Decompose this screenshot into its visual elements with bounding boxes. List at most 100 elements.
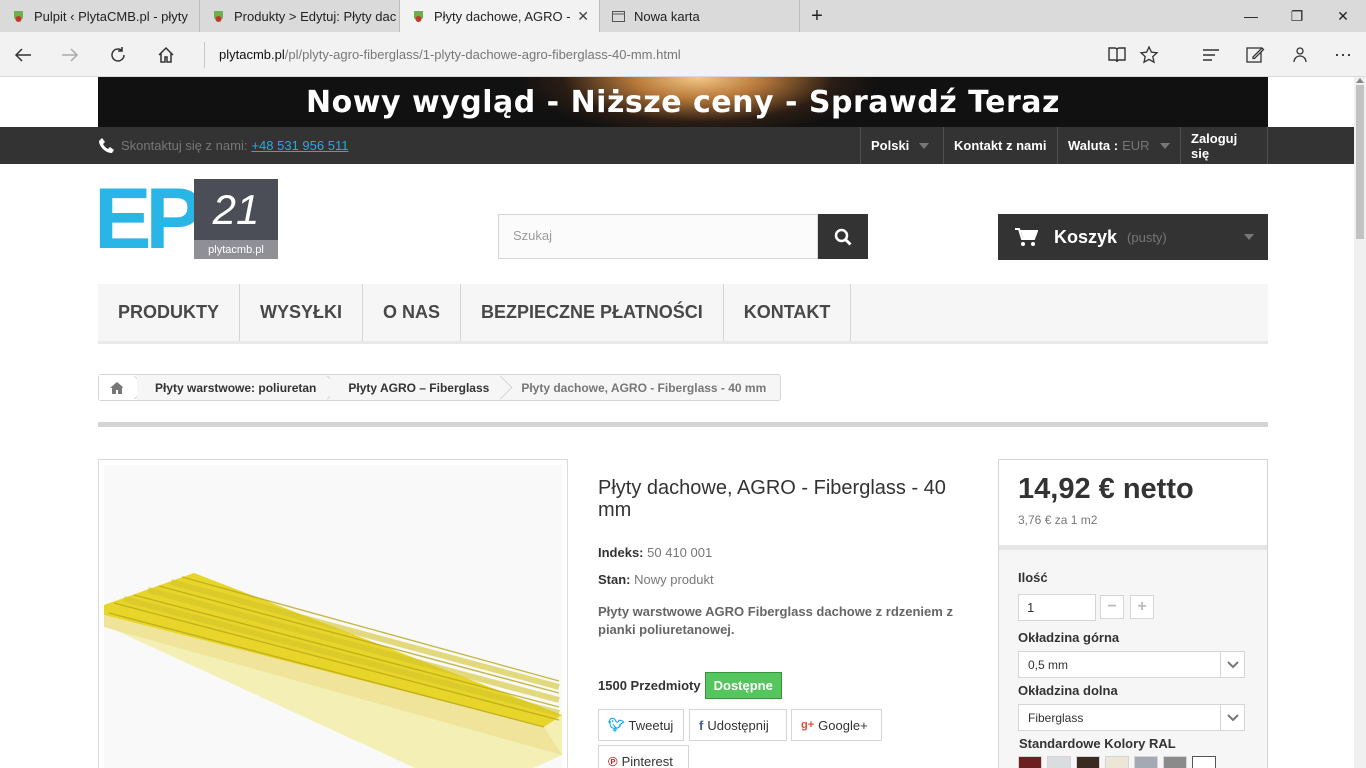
stock-quantity: 1500 Przedmioty [598,678,701,693]
chevron-down-icon [1244,234,1254,240]
reference-value: 50 410 001 [647,545,713,560]
chevron-down-icon [1220,652,1244,677]
chevron-down-icon [1220,705,1244,730]
menu-item-bezpieczne-platnosci[interactable]: BEZPIECZNE PŁATNOŚCI [461,284,724,341]
color-swatch[interactable] [1192,756,1216,768]
browser-tab-active[interactable]: Płyty dachowe, AGRO - ✕ [400,0,600,32]
breadcrumb-item[interactable]: Płyty warstwowe: poliuretan [137,375,331,400]
browser-tabbar: Pulpit ‹ PlytaCMB.pl - płyty Produkty > … [0,0,1366,32]
reading-view-icon[interactable] [1103,41,1131,69]
contact-us-link[interactable]: Kontakt z nami [943,127,1057,164]
pinterest-button[interactable]: ℗ Pinterest [598,745,689,768]
login-link[interactable]: Zaloguj się [1180,127,1268,164]
contact-info: Skontaktuj się z nami: +48 531 956 511 [98,127,348,164]
browser-tab[interactable]: Produkty > Edytuj: Płyty dac [200,0,400,32]
currency-value: EUR [1122,138,1150,153]
menu-item-kontakt[interactable]: KONTAKT [724,284,852,341]
url-path: /pl/plyty-agro-fiberglass/1-plyty-dachow… [284,47,681,62]
pinterest-label: Pinterest [621,753,673,768]
ral-colors-label: Standardowe Kolory RAL [1019,736,1176,751]
facebook-share-button[interactable]: f Udostępnij [689,709,787,741]
breadcrumb-home[interactable] [99,375,137,400]
language-label: Polski [871,138,910,153]
wordpress-favicon-icon [14,10,23,22]
hub-menu-icon[interactable] [1197,41,1225,69]
scrollbar-thumb[interactable] [1356,85,1364,239]
more-options-icon[interactable]: ⋯ [1329,41,1357,69]
back-arrow-icon[interactable] [9,41,37,69]
top-cover-select[interactable]: 0,5 mm [1018,651,1245,678]
forward-arrow-icon[interactable] [56,41,84,69]
home-icon[interactable] [152,41,180,69]
color-swatch[interactable] [1076,756,1100,768]
site-favicon-icon [414,10,423,22]
cart-button[interactable]: Koszyk (pusty) [998,214,1268,260]
site-logo[interactable]: EP 21 plytacmb.pl [94,176,278,262]
new-tab-plus-icon[interactable]: + [794,0,840,32]
roof-panel-image [104,573,562,768]
contact-us-label: Kontakt z nami [954,138,1047,153]
contact-label: Skontaktuj się z nami: [121,138,248,153]
color-swatch[interactable] [1163,756,1187,768]
close-window-icon[interactable]: ✕ [1320,0,1366,32]
home-icon [110,381,124,394]
minimize-icon[interactable]: — [1228,0,1274,32]
restore-icon[interactable]: ❐ [1274,0,1320,32]
product-image [104,465,562,768]
color-swatch[interactable] [1105,756,1129,768]
product-image-frame[interactable] [98,459,568,768]
close-tab-icon[interactable]: ✕ [577,8,589,25]
product-price: 14,92 € netto [1018,473,1194,505]
web-note-icon[interactable] [1241,41,1269,69]
tweet-button[interactable]: 🐦︎ Tweetuj [598,709,684,741]
currency-selector[interactable]: Waluta : EUR [1057,127,1180,164]
search-button[interactable] [818,214,868,259]
product-title: Płyty dachowe, AGRO - Fiberglass - 40 mm [598,477,946,521]
breadcrumb-item[interactable]: Płyty AGRO – Fiberglass [330,375,504,400]
share-icon[interactable] [1286,41,1314,69]
logo-number: 21 [212,185,260,233]
scroll-up-icon[interactable] [1356,78,1364,83]
menu-item-o-nas[interactable]: O NAS [363,284,462,341]
color-swatch[interactable] [1134,756,1158,768]
phone-icon [99,137,114,153]
chevron-down-icon [1159,142,1170,149]
quantity-label: Ilość [1018,570,1048,585]
google-plus-button[interactable]: g+ Google+ [791,709,882,741]
color-swatch[interactable] [1018,756,1042,768]
browser-tab[interactable]: Nowa karta [600,0,800,32]
search-icon [834,228,852,246]
chevron-down-icon [919,142,930,149]
menu-item-wysylki[interactable]: WYSYŁKI [240,284,364,341]
url-field[interactable]: plytacmb.pl/pl/plyty-agro-fiberglass/1-p… [219,47,681,62]
buy-box: 14,92 € netto 3,76 € za 1 m2 Ilość 1 − +… [998,459,1268,768]
page-scrollbar[interactable] [1354,77,1366,768]
phone-link[interactable]: +48 531 956 511 [251,138,348,153]
menu-item-produkty[interactable]: PRODUKTY [98,284,241,341]
quantity-input[interactable]: 1 [1018,594,1096,621]
twitter-icon: 🐦︎ [608,717,625,732]
cart-label: Koszyk [1054,226,1118,247]
promo-banner[interactable]: Nowy wygląd - Niższe ceny - Sprawdź Tera… [98,77,1268,127]
tab-title: Produkty > Edytuj: Płyty dac [234,8,397,24]
breadcrumb-current: Płyty dachowe, AGRO - Fiberglass - 40 mm [521,380,767,395]
shopping-cart-icon [1015,228,1038,246]
color-swatch[interactable] [1047,756,1071,768]
top-cover-label: Okładzina górna [1018,630,1120,645]
top-cover-value: 0,5 mm [1028,658,1069,672]
bottom-cover-select[interactable]: Fiberglass [1018,704,1245,731]
banner-text: Nowy wygląd - Niższe ceny - Sprawdź Tera… [306,84,1060,120]
cart-status: (pusty) [1127,229,1167,245]
quantity-plus-button[interactable]: + [1130,595,1154,619]
quantity-minus-button[interactable]: − [1100,595,1124,619]
refresh-icon[interactable] [104,41,132,69]
pinterest-icon: ℗ [608,753,618,768]
language-selector[interactable]: Polski [860,127,943,164]
browser-tab[interactable]: Pulpit ‹ PlytaCMB.pl - płyty [0,0,200,32]
tab-title: Płyty dachowe, AGRO - [434,8,571,24]
favorite-star-icon[interactable] [1135,41,1163,69]
search-input[interactable]: Szukaj [498,214,818,259]
url-host: plytacmb.pl [219,47,285,62]
web-page: Nowy wygląd - Niższe ceny - Sprawdź Tera… [0,77,1354,768]
wordpress-favicon-icon [214,10,223,22]
